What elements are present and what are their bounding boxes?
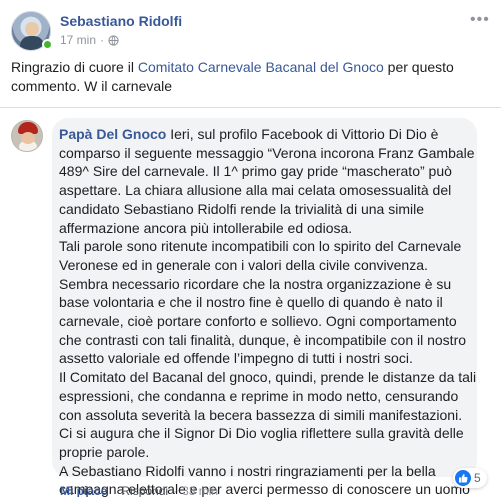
comment-actions: Mi piace · Rispondi · 33 min	[60, 484, 218, 497]
post-author-name[interactable]: Sebastiano Ridolfi	[60, 13, 182, 29]
post-text-start: Ringrazio di cuore il	[11, 59, 138, 75]
online-status-dot	[42, 39, 53, 50]
action-separator: ·	[173, 484, 178, 497]
comment-paragraph: Papà Del Gnoco Ieri, sul profilo Faceboo…	[59, 125, 477, 237]
post: Sebastiano Ridolfi 17 min · ••• Ringrazi…	[0, 0, 501, 108]
post-text: Ringrazio di cuore il Comitato Carnevale…	[11, 58, 481, 96]
comments-section: Papà Del Gnoco Ieri, sul profilo Faceboo…	[0, 108, 501, 497]
like-button[interactable]: Mi piace	[60, 484, 107, 497]
reply-button[interactable]: Rispondi	[121, 484, 168, 497]
avatar-face	[21, 132, 35, 144]
post-text-link[interactable]: Comitato Carnevale Bacanal del Gnoco	[138, 59, 384, 75]
avatar-head	[25, 22, 39, 36]
comment-paragraph-text: Ieri, sul profilo Facebook di Vittorio D…	[59, 126, 475, 236]
commenter-name[interactable]: Papà Del Gnoco	[59, 126, 166, 142]
comment-paragraph: Ci si augura che il Signor Di Dio voglia…	[59, 425, 464, 460]
comment-time[interactable]: 33 min	[182, 484, 218, 497]
commenter-avatar[interactable]	[11, 120, 43, 152]
like-icon	[455, 470, 471, 486]
globe-icon[interactable]	[108, 34, 119, 46]
comment-bubble: Papà Del Gnoco Ieri, sul profilo Faceboo…	[52, 118, 477, 497]
comment-paragraph: Il Comitato del Bacanal del gnoco, quind…	[59, 369, 477, 423]
reaction-count: 5	[474, 471, 481, 485]
comment-text: Papà Del Gnoco Ieri, sul profilo Faceboo…	[59, 125, 477, 497]
comment-paragraph: Tali parole sono ritenute incompatibili …	[59, 238, 467, 367]
more-options-icon[interactable]: •••	[470, 11, 490, 29]
meta-separator: ·	[100, 33, 105, 47]
action-separator: ·	[112, 484, 117, 497]
post-meta: 17 min ·	[60, 33, 119, 47]
reaction-badge[interactable]: 5	[453, 468, 487, 488]
post-time[interactable]: 17 min	[60, 33, 96, 47]
avatar-body	[20, 36, 44, 50]
